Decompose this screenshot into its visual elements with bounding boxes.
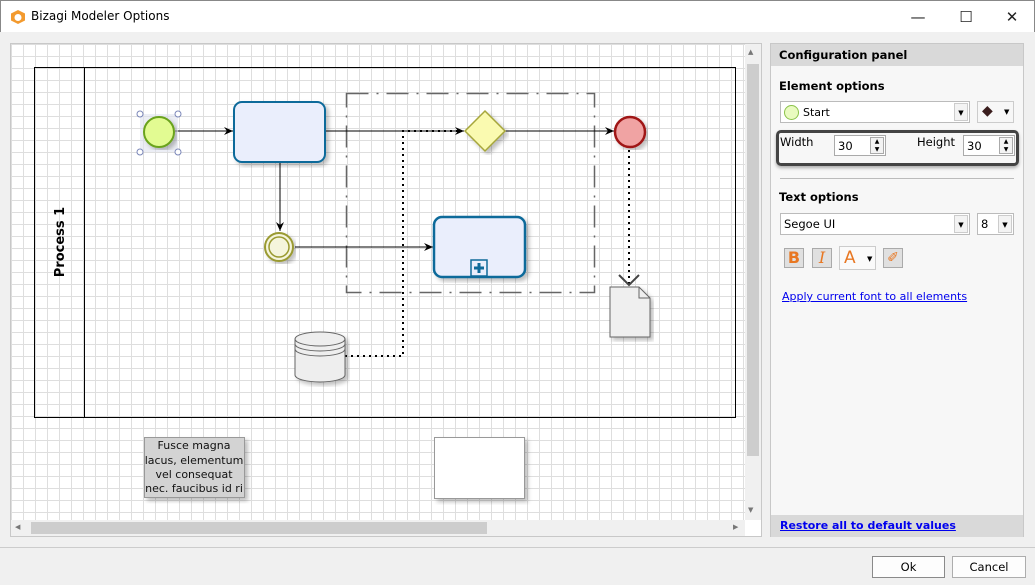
font-size-value: 8 — [981, 217, 989, 231]
height-value: 30 — [967, 139, 982, 153]
element-select-value: Start — [803, 106, 830, 119]
width-stepper[interactable]: 30 ▲ ▼ — [834, 135, 886, 156]
start-event[interactable] — [143, 116, 175, 148]
font-size-select[interactable]: 8 ▼ — [977, 213, 1014, 235]
data-store[interactable] — [294, 331, 346, 383]
horizontal-scroll-thumb[interactable] — [31, 522, 487, 534]
minimize-button[interactable]: — — [895, 1, 941, 33]
pool-label: Process 1 — [53, 207, 68, 277]
width-value: 30 — [838, 139, 853, 153]
chevron-down-icon: ▼ — [1004, 108, 1010, 116]
apply-font-link[interactable]: Apply current font to all elements — [782, 290, 967, 303]
spin-arrows-icon[interactable]: ▲ ▼ — [999, 137, 1013, 154]
chevron-down-icon: ▼ — [867, 255, 873, 263]
annotation-line: vel consequat — [155, 468, 233, 481]
text-options-heading: Text options — [779, 190, 859, 204]
italic-button[interactable]: I — [812, 248, 832, 268]
start-event-icon — [784, 105, 799, 120]
end-event[interactable] — [613, 115, 647, 149]
chevron-down-icon[interactable]: ▼ — [954, 103, 968, 121]
clear-format-eraser-icon[interactable]: ✐ — [883, 248, 903, 268]
chevron-down-icon[interactable]: ▼ — [954, 215, 968, 233]
diagram: Process 1 Fusce magna lacus, elementum v… — [34, 67, 736, 499]
fill-color-button[interactable]: ◆ ▼ — [977, 101, 1014, 123]
font-value: Segoe UI — [784, 217, 836, 231]
task[interactable] — [233, 101, 326, 163]
element-options-heading: Element options — [779, 79, 885, 93]
scroll-left-icon[interactable]: ◀ — [15, 523, 20, 531]
horizontal-scrollbar[interactable]: ◀ ▶ — [11, 520, 745, 536]
font-select[interactable]: Segoe UI ▼ — [780, 213, 970, 235]
scroll-up-icon[interactable]: ▲ — [748, 48, 753, 56]
blank-shape[interactable] — [434, 437, 525, 499]
scroll-right-icon[interactable]: ▶ — [733, 523, 738, 531]
height-stepper[interactable]: 30 ▲ ▼ — [963, 135, 1015, 156]
vertical-scroll-thumb[interactable] — [747, 64, 759, 456]
divider — [780, 178, 1014, 179]
font-color-icon: A — [844, 248, 856, 268]
paint-bucket-icon: ◆ — [982, 103, 993, 119]
panel-header: Configuration panel — [779, 48, 908, 62]
scroll-down-icon[interactable]: ▼ — [748, 506, 753, 514]
font-color-button[interactable]: A ▼ — [839, 246, 876, 270]
data-object[interactable] — [609, 286, 651, 338]
restore-defaults-link[interactable]: Restore all to default values — [780, 519, 956, 532]
annotation-line: Fusce magna — [158, 439, 231, 452]
element-select[interactable]: Start ▼ — [780, 101, 970, 123]
maximize-button[interactable]: ☐ — [943, 1, 989, 33]
annotation-line: lacus, elementum — [145, 454, 244, 467]
bold-button[interactable]: B — [784, 248, 804, 268]
spin-arrows-icon[interactable]: ▲ ▼ — [870, 137, 884, 154]
cancel-button[interactable]: Cancel — [952, 556, 1026, 578]
gateway[interactable] — [463, 109, 507, 153]
close-button[interactable]: ✕ — [989, 1, 1035, 33]
configuration-panel: Configuration panel Element options Star… — [770, 43, 1024, 537]
footer-divider — [0, 547, 1035, 548]
vertical-scrollbar[interactable]: ▲ ▼ — [745, 44, 761, 520]
chevron-down-icon[interactable]: ▼ — [998, 215, 1012, 233]
ok-button[interactable]: Ok — [872, 556, 945, 578]
height-label: Height — [917, 135, 956, 149]
width-label: Width — [780, 135, 814, 149]
annotation-line: nec. faucibus id ri — [145, 482, 243, 495]
